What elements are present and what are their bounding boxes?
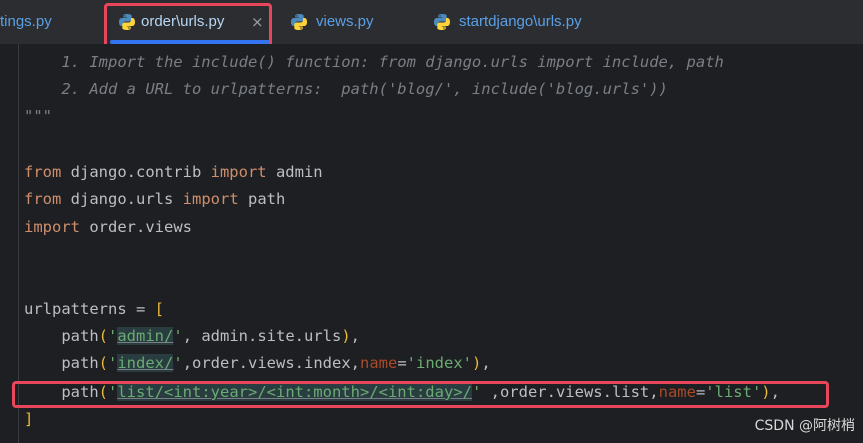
watermark: CSDN @阿树梢 (754, 418, 855, 434)
module-name: django.contrib (61, 163, 211, 181)
module-name: django.urls (61, 190, 183, 208)
tab-label: tings.py (0, 13, 52, 30)
keyword-arg: name (360, 354, 398, 372)
args: , admin.site.urls (182, 327, 342, 345)
tab-label: startdjango\urls.py (459, 13, 582, 30)
code-line-urlpatterns: urlpatterns = [ (24, 295, 164, 323)
code-line-docstring-end: """ (24, 107, 52, 125)
quote: ' (108, 354, 118, 372)
keyword: from (24, 190, 62, 208)
args: ,order.views.index, (182, 354, 360, 372)
keyword: from (24, 163, 62, 181)
route-string: admin/ (117, 327, 174, 345)
close-icon[interactable]: × (251, 0, 264, 44)
module-name: order.views (80, 218, 192, 236)
comma: , (481, 354, 491, 372)
quote: ' (173, 354, 183, 372)
comma: , (350, 327, 361, 345)
code-line-close-bracket: ] (24, 410, 34, 428)
python-icon (119, 14, 135, 30)
equals: = (397, 354, 407, 372)
tab-views-py[interactable]: views.py (290, 0, 400, 44)
python-icon (434, 14, 450, 30)
bracket: [ (154, 300, 164, 318)
code-line-docstring-2: 2. Add a URL to urlpatterns: path('blog/… (24, 80, 668, 98)
tab-label: order\urls.py (141, 13, 225, 30)
paren: ) (472, 354, 482, 372)
paren: ( (98, 327, 108, 345)
keyword: import (182, 190, 239, 208)
tab-order-urls-py[interactable]: order\urls.py × (110, 0, 270, 44)
function-name: path (24, 354, 99, 372)
keyword: import (24, 218, 80, 236)
code-line-import-path: from django.urls import path (24, 185, 285, 213)
keyword: import (210, 163, 267, 181)
python-icon (291, 14, 307, 30)
name-string: 'index' (406, 354, 472, 372)
identifier: urlpatterns = (24, 300, 155, 318)
code-line-import-views: import order.views (24, 213, 192, 241)
code-line-path-admin: path('admin/', admin.site.urls), (24, 322, 360, 350)
function-name: path (24, 327, 99, 345)
code-line-path-index: path('index/',order.views.index,name='in… (24, 349, 491, 377)
quote: ' (173, 327, 183, 345)
tab-settings-py[interactable]: tings.py (0, 0, 90, 44)
highlighted-line-box (12, 381, 829, 408)
editor-tab-bar: tings.py order\urls.py × views.py startd… (0, 0, 863, 52)
identifier: path (238, 190, 286, 208)
tab-label: views.py (316, 13, 374, 30)
paren: ( (98, 354, 108, 372)
code-line-import-admin: from django.contrib import admin (24, 158, 323, 186)
identifier: admin (266, 163, 323, 181)
route-string: index/ (117, 354, 174, 372)
code-line-docstring-1: 1. Import the include() function: from d… (24, 53, 724, 71)
paren: ) (341, 327, 351, 345)
quote: ' (108, 327, 118, 345)
tab-startdjango-urls-py[interactable]: startdjango\urls.py (433, 0, 623, 44)
